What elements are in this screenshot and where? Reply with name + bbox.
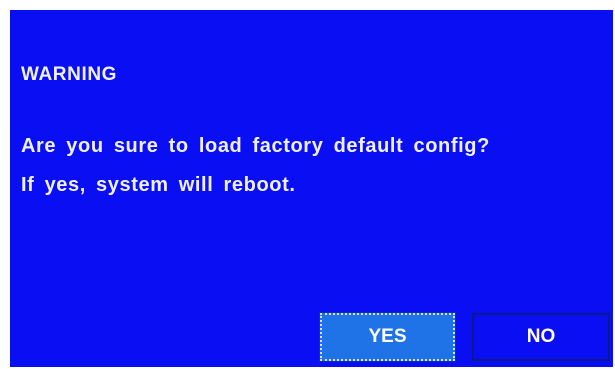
dialog-message-line-2: If yes, system will reboot. — [21, 174, 296, 196]
no-button[interactable]: NO — [472, 313, 610, 361]
dialog-title: WARNING — [21, 64, 118, 85]
yes-button[interactable]: YES — [319, 312, 456, 362]
factory-reset-dialog: WARNING Are you sure to load factory def… — [10, 10, 613, 367]
dialog-message-line-1: Are you sure to load factory default con… — [21, 135, 490, 157]
